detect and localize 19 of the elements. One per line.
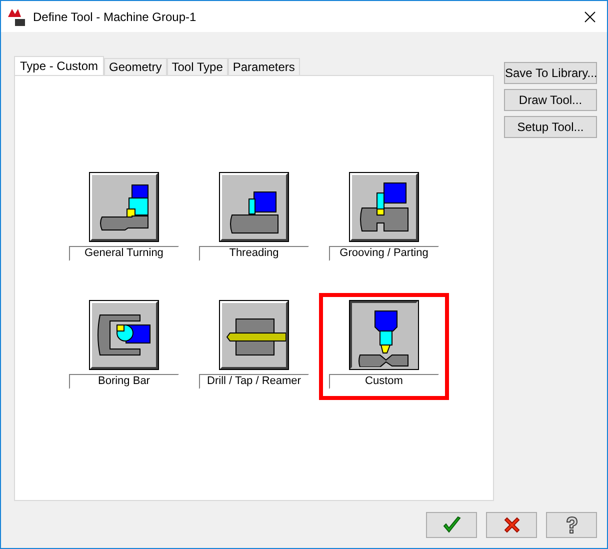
- tool-label: Boring Bar: [69, 374, 179, 389]
- tool-label: General Turning: [69, 246, 179, 261]
- tool-label: Drill / Tap / Reamer: [199, 374, 309, 389]
- ok-button[interactable]: [426, 512, 477, 538]
- tool-label: Custom: [329, 374, 439, 389]
- tool-label: Grooving / Parting: [329, 246, 439, 261]
- side-button[interactable]: Setup Tool...: [504, 116, 597, 138]
- side-button[interactable]: Save To Library...: [504, 62, 597, 84]
- tab[interactable]: Parameters: [228, 58, 300, 75]
- tab[interactable]: Type - Custom: [14, 56, 104, 75]
- window-title: Define Tool - Machine Group-1: [33, 10, 198, 24]
- side-button[interactable]: Draw Tool...: [504, 89, 597, 111]
- help-button[interactable]: [546, 512, 597, 538]
- tool-label: Threading: [199, 246, 309, 261]
- app-logo-icon: [7, 6, 27, 26]
- tab[interactable]: Tool Type: [166, 58, 228, 75]
- cancel-button[interactable]: [486, 512, 537, 538]
- tool-type-button[interactable]: [350, 301, 418, 369]
- tab[interactable]: Geometry: [104, 58, 167, 75]
